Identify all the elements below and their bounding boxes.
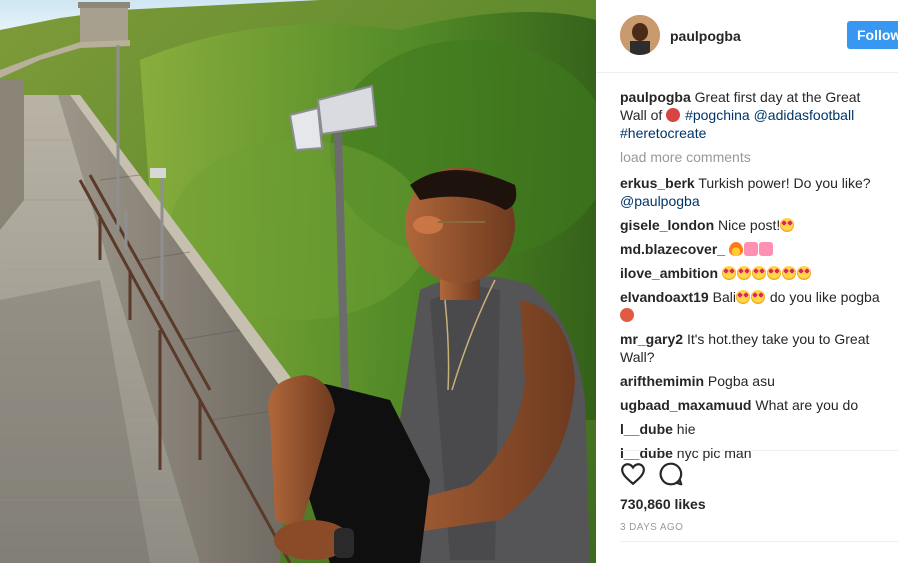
comment-text: Bali: [712, 289, 736, 305]
comment: elvandoaxt19 Bali do you like pogba: [620, 288, 890, 324]
heart-eyes-emoji-icon: [721, 266, 736, 280]
heart-eyes-emoji-icon: [751, 266, 766, 280]
comment: gisele_london Nice post!: [620, 216, 890, 234]
heart-eyes-emoji-icon: [780, 218, 795, 232]
hashtag-link[interactable]: #heretocreate: [620, 125, 706, 141]
post-photo[interactable]: [0, 0, 596, 563]
heart-eyes-emoji-icon: [735, 290, 750, 304]
comment-text: hie: [676, 421, 696, 437]
comment-text: What are you do: [755, 397, 859, 413]
comment: arifthemimin Pogba asu: [620, 372, 890, 390]
fire-emoji-icon: [728, 242, 743, 256]
comment: ugbaad_maxamuud What are you do: [620, 396, 890, 414]
pink-bow-emoji-icon: [743, 242, 758, 256]
heart-eyes-emoji-icon: [781, 266, 796, 280]
comment: mr_gary2 It's hot.they take you to Great…: [620, 330, 890, 366]
speech-bubble-icon: [659, 462, 683, 486]
comment-username[interactable]: elvandoaxt19: [620, 289, 709, 305]
comment: erkus_berk Turkish power! Do you like? @…: [620, 174, 890, 210]
china-flag-icon: [666, 108, 681, 122]
comments-list: paulpogba Great first day at the Great W…: [620, 88, 890, 468]
angry-face-emoji-icon: [620, 308, 634, 322]
great-wall-photo-illustration: [0, 0, 596, 563]
heart-outline-icon: [621, 463, 645, 486]
comment-username[interactable]: l__dube: [620, 421, 673, 437]
comment: l__dube hie: [620, 420, 890, 438]
follow-button[interactable]: Follow: [847, 21, 898, 49]
heart-eyes-emoji-icon: [766, 266, 781, 280]
comment: l__dube nyc pic man: [620, 444, 890, 462]
comment: ilove_ambition: [620, 264, 890, 282]
post-details-panel: paulpogba Follow paulpogba Great first d…: [596, 0, 898, 563]
mention-link[interactable]: @paulpogba: [620, 193, 700, 209]
comment-text: Turkish power! Do you like?: [698, 175, 871, 191]
comment-username[interactable]: gisele_london: [620, 217, 714, 233]
like-button[interactable]: [620, 461, 646, 487]
post-header: paulpogba Follow: [596, 0, 898, 73]
heart-eyes-emoji-icon: [736, 266, 751, 280]
comment-username[interactable]: ugbaad_maxamuud: [620, 397, 751, 413]
comment-text: do you like pogba: [769, 289, 880, 305]
comment-text: Nice post!: [718, 217, 781, 233]
comment-username[interactable]: md.blazecover_: [620, 241, 725, 257]
comment: md.blazecover_: [620, 240, 890, 258]
username[interactable]: paulpogba: [670, 28, 741, 44]
comment-text: nyc pic man: [676, 445, 752, 461]
pink-bow-emoji-icon: [758, 242, 773, 256]
likes-count[interactable]: 730,860 likes: [620, 496, 706, 512]
load-more-comments-link[interactable]: load more comments: [620, 148, 890, 166]
caption-username[interactable]: paulpogba: [620, 89, 691, 105]
heart-eyes-emoji-icon: [750, 290, 765, 304]
comment-text: Pogba asu: [707, 373, 775, 389]
hashtag-link[interactable]: #pogchina: [685, 107, 750, 123]
comment-button[interactable]: [658, 461, 684, 487]
post-timestamp[interactable]: 3 DAYS AGO: [620, 522, 683, 533]
avatar[interactable]: [620, 15, 660, 55]
comment-username[interactable]: arifthemimin: [620, 373, 704, 389]
comment-username[interactable]: ilove_ambition: [620, 265, 718, 281]
comment-username[interactable]: mr_gary2: [620, 331, 683, 347]
divider: [620, 450, 898, 451]
comment-username[interactable]: l__dube: [620, 445, 673, 461]
avatar-photo-icon: [620, 15, 660, 55]
comment-username[interactable]: erkus_berk: [620, 175, 695, 191]
caption: paulpogba Great first day at the Great W…: [620, 88, 890, 142]
mention-link[interactable]: @adidasfootball: [754, 107, 855, 123]
divider: [620, 541, 898, 542]
heart-eyes-emoji-icon: [796, 266, 811, 280]
